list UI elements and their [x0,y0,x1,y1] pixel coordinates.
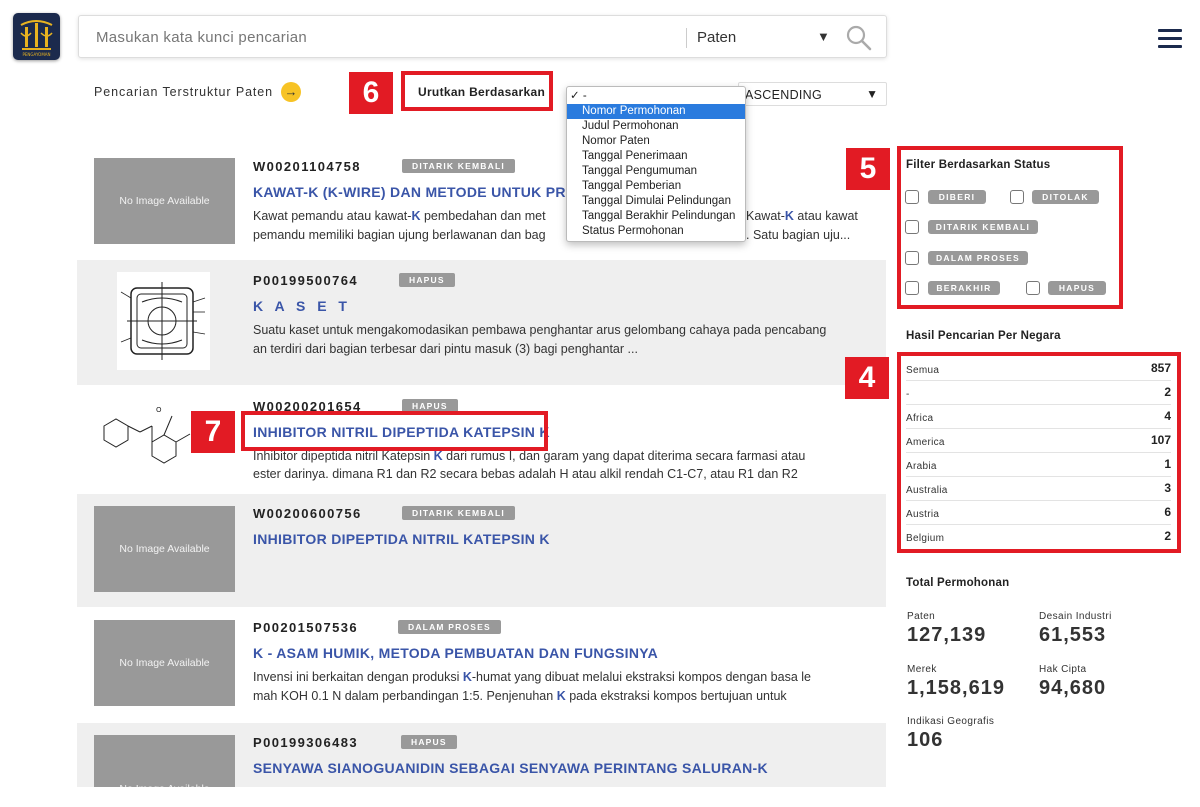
dropdown-option[interactable]: Judul Permohonan [567,119,745,134]
result-description: Invensi ini berkaitan dengan produksi K-… [253,670,811,684]
arrow-right-icon[interactable]: → [281,82,301,102]
callout-7-box [241,411,548,451]
stat-label: Desain Industri [1039,611,1112,622]
country-row[interactable]: Belgium 2 [906,525,1171,549]
result-id: W00200600756 [253,506,362,521]
result-description-tail: . Satu bagian uju... [746,228,851,242]
callout-7: 7 [191,411,235,453]
stat-value: 127,139 [907,624,987,646]
totals-title: Total Permohonan [906,577,1010,589]
status-badge: HAPUS [401,735,457,749]
dropdown-option[interactable]: Tanggal Pemberian [567,179,745,194]
dropdown-option[interactable]: Nomor Paten [567,134,745,149]
search-input[interactable]: Masukan kata kunci pencarian [96,29,307,46]
country-results-title: Hasil Pencarian Per Negara [906,330,1061,342]
stat-label: Merek [907,664,937,675]
result-description: ester darinya. dimana R1 dan R2 secara b… [253,467,798,481]
structured-search-label[interactable]: Pencarian Terstruktur Paten [94,85,273,99]
callout-6: 6 [349,72,393,114]
result-row: No Image Available P00201507536 DALAM PR… [77,608,886,721]
filter-label-dalam-proses: DALAM PROSES [928,251,1028,265]
pengayoman-logo-icon: PENGAYOMAN [20,20,53,57]
svg-text:O: O [156,406,162,414]
sort-order-value: ASCENDING [745,88,823,102]
dropdown-option[interactable]: Tanggal Penerimaan [567,149,745,164]
country-row[interactable]: Australia 3 [906,477,1171,501]
filter-checkbox-ditarik-kembali[interactable] [905,220,919,234]
status-badge: HAPUS [399,273,455,287]
result-thumbnail: No Image Available [94,735,235,787]
filter-checkbox-diberi[interactable] [905,190,919,204]
sort-order-select[interactable]: ASCENDING ▼ [738,82,887,106]
stat-value: 94,680 [1039,677,1107,699]
stat-label: Paten [907,611,936,622]
status-badge: DITARIK KEMBALI [402,506,515,520]
dropdown-option[interactable]: Status Permohonan [567,224,745,239]
country-row[interactable]: Semua 857 [906,357,1171,381]
stat-value: 61,553 [1039,624,1107,646]
country-row[interactable]: Africa 4 [906,405,1171,429]
result-thumbnail: No Image Available [94,620,235,706]
result-description: Suatu kaset untuk mengakomodasikan pemba… [253,323,827,337]
result-description-tail: Kawat-K atau kawat [746,209,858,223]
filter-label-ditolak: DITOLAK [1032,190,1099,204]
result-title[interactable]: K A S E T [253,298,351,314]
result-description: mah KOH 0.1 N dalam perbandingan 1:5. Pe… [253,689,787,703]
patent-drawing-image [117,272,210,370]
result-title[interactable]: K - ASAM HUMIK, METODA PEMBUATAN DAN FUN… [253,645,658,661]
search-divider [686,28,687,48]
sort-by-dropdown[interactable]: ✓ - Nomor Permohonan Judul Permohonan No… [566,86,746,242]
country-row[interactable]: Austria 6 [906,501,1171,525]
dropdown-option[interactable]: ✓ - [567,89,745,104]
status-badge: DITARIK KEMBALI [402,159,515,173]
country-row[interactable]: Arabia 1 [906,453,1171,477]
result-row: P00199500764 HAPUS K A S E T Suatu kaset… [77,260,886,385]
result-title[interactable]: SENYAWA SIANOGUANIDIN SEBAGAI SENYAWA PE… [253,760,768,776]
dropdown-option[interactable]: Nomor Permohonan [567,104,745,119]
app-logo[interactable]: PENGAYOMAN [13,13,60,60]
stat-label: Hak Cipta [1039,664,1087,675]
filter-label-berakhir: BERAKHIR [928,281,1000,295]
result-title[interactable]: INHIBITOR DIPEPTIDA NITRIL KATEPSIN K [253,531,550,547]
result-row: No Image Available P00199306483 HAPUS SE… [77,723,886,787]
search-category-select[interactable]: Paten [697,29,736,46]
sort-label: Urutkan Berdasarkan [418,85,546,99]
country-row[interactable]: America 107 [906,429,1171,453]
status-badge: DALAM PROSES [398,620,501,634]
caret-down-icon[interactable]: ▼ [817,29,830,44]
result-description: an terdiri dari bagian terbesar dari pin… [253,342,638,356]
search-icon[interactable] [846,25,872,51]
result-row: No Image Available W00200600756 DITARIK … [77,494,886,607]
dropdown-option[interactable]: Tanggal Berakhir Pelindungan [567,209,745,224]
result-id: W00201104758 [253,159,361,174]
stat-label: Indikasi Geografis [907,716,995,727]
filter-title: Filter Berdasarkan Status [906,159,1051,171]
result-id: P00199500764 [253,273,359,288]
result-title[interactable]: KAWAT-K (K-WIRE) DAN METODE UNTUK PRO [253,184,577,200]
stat-value: 106 [907,729,944,751]
filter-label-hapus: HAPUS [1048,281,1106,295]
svg-text:PENGAYOMAN: PENGAYOMAN [22,52,50,57]
dropdown-option[interactable]: Tanggal Pengumuman [567,164,745,179]
result-row: No Image Available W00201104758 DITARIK … [77,145,886,258]
callout-5: 5 [846,148,890,190]
result-id: P00199306483 [253,735,359,750]
search-bar: Masukan kata kunci pencarian Paten ▼ [78,15,887,58]
filter-checkbox-berakhir[interactable] [905,281,919,295]
hamburger-menu-icon[interactable] [1158,29,1182,49]
result-thumbnail: No Image Available [94,158,235,244]
filter-checkbox-ditolak[interactable] [1010,190,1024,204]
filter-label-ditarik-kembali: DITARIK KEMBALI [928,220,1038,234]
dropdown-option[interactable]: Tanggal Dimulai Pelindungan [567,194,745,209]
filter-checkbox-dalam-proses[interactable] [905,251,919,265]
callout-4: 4 [845,357,889,399]
result-id: P00201507536 [253,620,359,635]
filter-checkbox-hapus[interactable] [1026,281,1040,295]
stat-value: 1,158,619 [907,677,1005,699]
filter-label-diberi: DIBERI [928,190,986,204]
result-thumbnail: No Image Available [94,506,235,592]
caret-down-icon: ▼ [866,87,878,101]
country-row[interactable]: -2 [906,381,1171,405]
